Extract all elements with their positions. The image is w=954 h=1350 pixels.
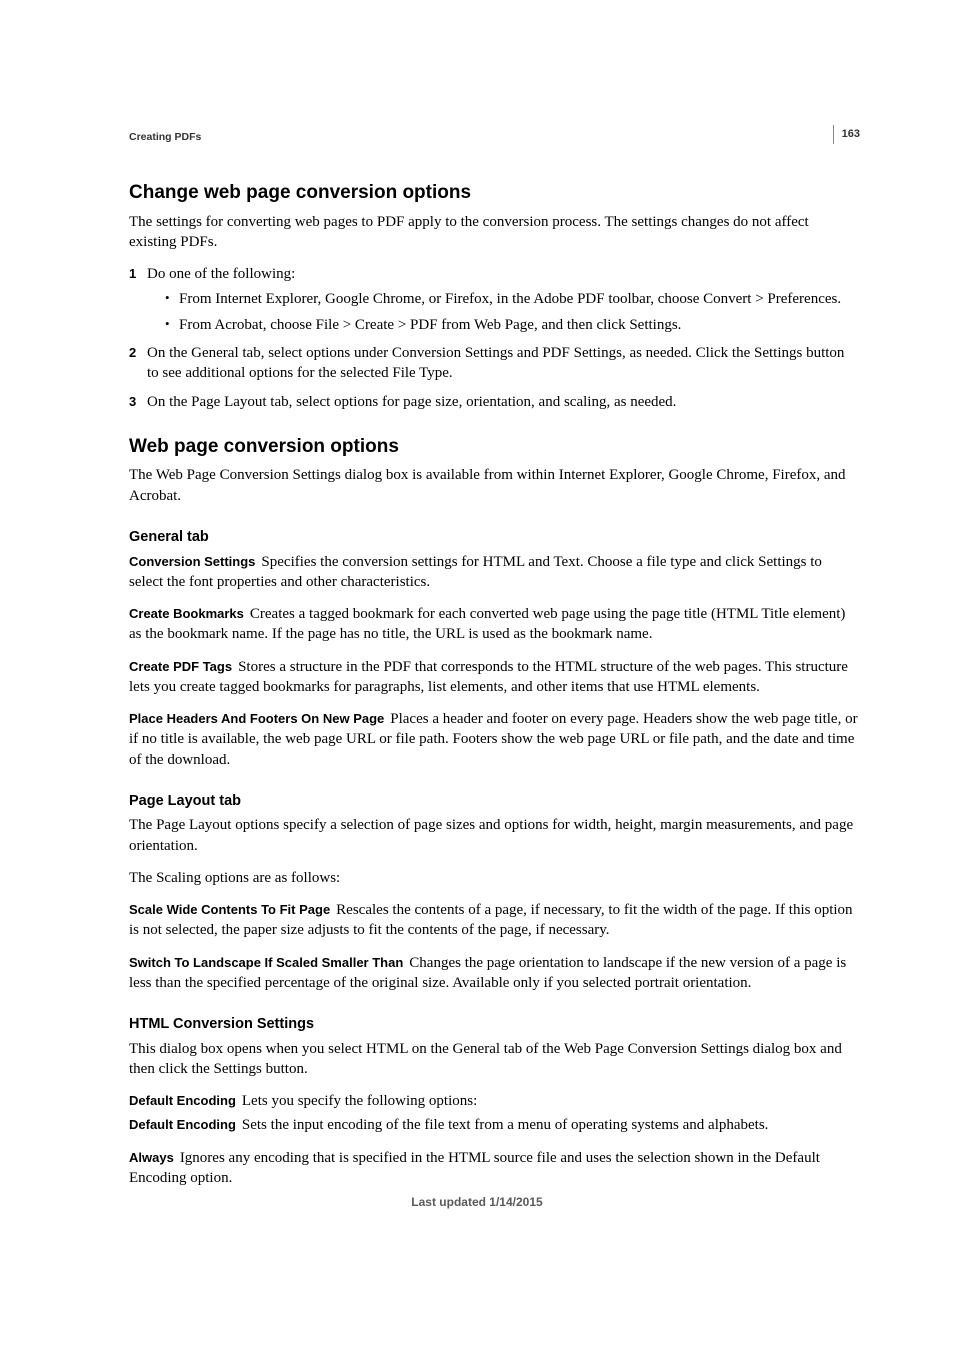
paragraph: The settings for converting web pages to…: [129, 212, 859, 253]
term: Conversion Settings: [129, 554, 255, 569]
list-item: From Acrobat, choose File > Create > PDF…: [165, 315, 859, 335]
term: Place Headers And Footers On New Page: [129, 711, 384, 726]
term: Switch To Landscape If Scaled Smaller Th…: [129, 955, 403, 970]
paragraph: The Page Layout options specify a select…: [129, 815, 859, 856]
paragraph: The Web Page Conversion Settings dialog …: [129, 465, 859, 506]
definition: Conversion SettingsSpecifies the convers…: [129, 552, 859, 593]
heading-general-tab: General tab: [129, 528, 859, 548]
definition-desc: Ignores any encoding that is specified i…: [129, 1150, 820, 1186]
heading-change-options: Change web page conversion options: [129, 180, 859, 206]
term: Default Encoding: [129, 1093, 236, 1108]
definition: Create BookmarksCreates a tagged bookmar…: [129, 604, 859, 645]
term: Default Encoding: [129, 1117, 236, 1132]
page-number: 163: [833, 125, 860, 144]
footer-last-updated: Last updated 1/14/2015: [0, 1194, 954, 1210]
step-text: Do one of the following:: [147, 266, 295, 282]
definition-desc: Stores a structure in the PDF that corre…: [129, 659, 848, 695]
definition: AlwaysIgnores any encoding that is speci…: [129, 1148, 859, 1189]
list-item: From Internet Explorer, Google Chrome, o…: [165, 289, 859, 309]
definition: Scale Wide Contents To Fit PageRescales …: [129, 900, 859, 941]
bullet-list: From Internet Explorer, Google Chrome, o…: [165, 289, 859, 336]
paragraph: The Scaling options are as follows:: [129, 868, 859, 888]
page: 163 Creating PDFs Change web page conver…: [0, 0, 954, 1260]
term: Scale Wide Contents To Fit Page: [129, 902, 330, 917]
heading-html-conversion-settings: HTML Conversion Settings: [129, 1015, 859, 1035]
heading-page-layout-tab: Page Layout tab: [129, 792, 859, 812]
definition: Place Headers And Footers On New PagePla…: [129, 709, 859, 770]
definition: Create PDF TagsStores a structure in the…: [129, 657, 859, 698]
paragraph: This dialog box opens when you select HT…: [129, 1039, 859, 1080]
definition: Default Encoding Lets you specify the fol…: [129, 1091, 859, 1111]
list-item: On the Page Layout tab, select options f…: [129, 392, 859, 412]
term: Always: [129, 1150, 174, 1165]
definition-desc: Lets you specify the following options:: [242, 1093, 477, 1109]
term: Create PDF Tags: [129, 659, 232, 674]
ordered-list: Do one of the following: From Internet E…: [129, 264, 859, 412]
definition: Switch To Landscape If Scaled Smaller Th…: [129, 953, 859, 994]
breadcrumb: Creating PDFs: [129, 130, 859, 144]
list-item: Do one of the following: From Internet E…: [129, 264, 859, 335]
term: Create Bookmarks: [129, 606, 244, 621]
list-item: On the General tab, select options under…: [129, 343, 859, 384]
definition-desc: Sets the input encoding of the file text…: [242, 1117, 769, 1133]
heading-web-conversion-options: Web page conversion options: [129, 434, 859, 460]
definition: Default Encoding Sets the input encoding …: [129, 1115, 859, 1135]
